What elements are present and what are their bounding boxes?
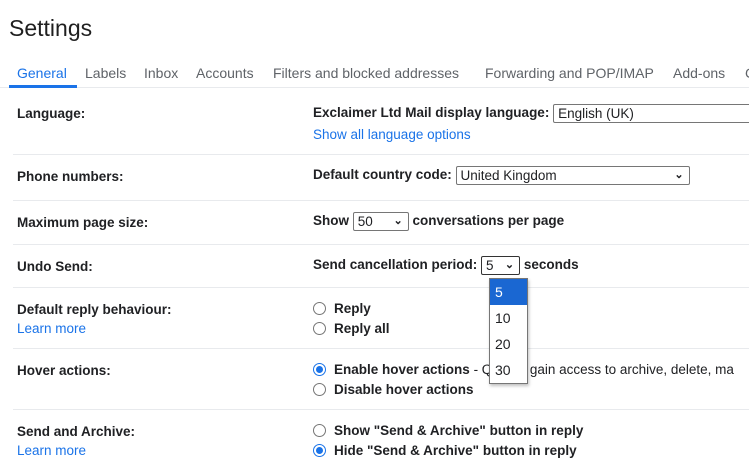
language-value: English (UK) xyxy=(558,106,634,121)
page-size-select[interactable]: 50 ⌄ xyxy=(352,212,409,231)
page-size-suffix: conversations per page xyxy=(412,213,565,229)
radio-icon xyxy=(313,322,326,335)
page-size-value: 50 xyxy=(357,214,373,229)
dropdown-option[interactable]: 20 xyxy=(490,331,527,357)
country-code-text: Default country code: xyxy=(313,167,452,183)
language-text: Exclaimer Ltd Mail display language: xyxy=(313,105,550,121)
setting-send-archive: Send and Archive: Learn more Show "Send … xyxy=(13,410,749,471)
tab-labels[interactable]: Labels xyxy=(85,65,126,81)
option-label: Disable hover actions xyxy=(334,382,474,397)
settings-tabs: General Labels Inbox Accounts Filters an… xyxy=(0,60,749,88)
show-text: Show xyxy=(313,213,349,229)
tab-more[interactable]: C xyxy=(745,65,749,81)
cancellation-value: 5 xyxy=(486,258,494,273)
country-code-select[interactable]: United Kingdom ⌄ xyxy=(455,166,690,185)
cancellation-period-dropdown: 5 10 20 30 xyxy=(489,278,528,384)
learn-more-link[interactable]: Learn more xyxy=(17,443,86,458)
dropdown-option[interactable]: 30 xyxy=(490,357,527,383)
cancellation-period-select[interactable]: 5 ⌄ xyxy=(481,256,521,275)
tab-addons[interactable]: Add-ons xyxy=(673,65,725,81)
tab-accounts[interactable]: Accounts xyxy=(196,65,254,81)
hide-send-archive-radio[interactable]: Hide "Send & Archive" button in reply xyxy=(313,443,583,463)
option-label: Enable hover actions xyxy=(334,362,470,377)
setting-label: Maximum page size: xyxy=(17,215,149,230)
setting-label: Phone numbers: xyxy=(17,169,124,184)
setting-page-size: Maximum page size: Show 50 ⌄ conversation… xyxy=(13,201,749,245)
seconds-text: seconds xyxy=(523,257,579,273)
tab-inbox[interactable]: Inbox xyxy=(144,65,178,81)
show-send-archive-radio[interactable]: Show "Send & Archive" button in reply xyxy=(313,423,583,443)
learn-more-link[interactable]: Learn more xyxy=(17,321,86,336)
cancellation-text: Send cancellation period: xyxy=(313,257,478,273)
chevron-down-icon: ⌄ xyxy=(393,215,403,227)
radio-checked-icon xyxy=(313,363,326,376)
setting-label: Default reply behaviour: xyxy=(17,302,172,317)
setting-phone: Phone numbers: Default country code: Uni… xyxy=(13,155,749,201)
setting-label: Send and Archive: xyxy=(17,424,136,439)
setting-label: Hover actions: xyxy=(17,363,111,378)
option-label: Reply all xyxy=(334,321,390,336)
setting-undo-send: Undo Send: Send cancellation period: 5 ⌄ … xyxy=(13,245,749,288)
active-tab-indicator xyxy=(9,85,77,88)
chevron-down-icon: ⌄ xyxy=(504,259,515,271)
dropdown-option[interactable]: 5 xyxy=(490,279,527,305)
chevron-down-icon: ⌄ xyxy=(674,169,684,181)
radio-icon xyxy=(313,424,326,437)
disable-hover-radio[interactable]: Disable hover actions xyxy=(313,382,734,402)
option-label: Hide "Send & Archive" button in reply xyxy=(334,443,577,458)
tab-filters[interactable]: Filters and blocked addresses xyxy=(273,65,459,81)
tab-forwarding[interactable]: Forwarding and POP/IMAP xyxy=(485,65,654,81)
setting-language: Language: Exclaimer Ltd Mail display lan… xyxy=(13,92,749,155)
country-value: United Kingdom xyxy=(460,168,557,183)
tab-general[interactable]: General xyxy=(17,65,67,81)
setting-hover: Hover actions: Enable hover actions - Qu… xyxy=(13,349,749,410)
setting-label: Language: xyxy=(17,106,86,121)
reply-radio[interactable]: Reply xyxy=(313,301,390,321)
option-label: Show "Send & Archive" button in reply xyxy=(334,423,584,438)
setting-label: Undo Send: xyxy=(17,259,93,274)
language-select[interactable]: English (UK) xyxy=(553,104,749,123)
radio-icon xyxy=(313,383,326,396)
dropdown-option[interactable]: 10 xyxy=(490,305,527,331)
reply-all-radio[interactable]: Reply all xyxy=(313,321,390,341)
radio-icon xyxy=(313,302,326,315)
setting-reply: Default reply behaviour: Learn more Repl… xyxy=(13,288,749,349)
page-title: Settings xyxy=(9,15,93,41)
show-all-languages-link[interactable]: Show all language options xyxy=(313,127,471,142)
radio-checked-icon xyxy=(313,444,326,457)
option-label: Reply xyxy=(334,301,371,316)
